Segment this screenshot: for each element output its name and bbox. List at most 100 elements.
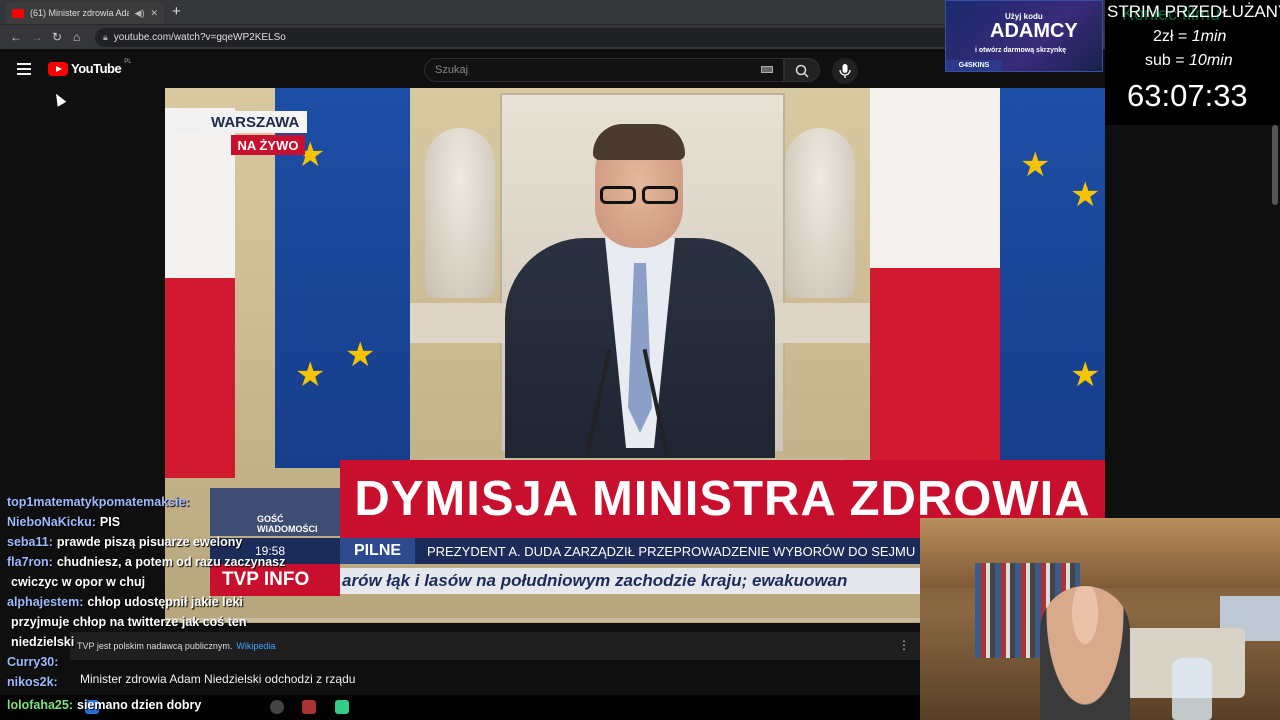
chat-message: top1matematykpomatemaksie: bbox=[7, 495, 194, 509]
webcam-bottle bbox=[1172, 658, 1212, 720]
mouse-cursor-icon bbox=[51, 91, 67, 107]
guest-label: GOŚĆ WIADOMOŚCI bbox=[257, 514, 318, 534]
url-text: youtube.com/watch?v=gqeWP2KELSo bbox=[113, 32, 286, 43]
search-box bbox=[424, 58, 784, 82]
chat-message: seba11: prawde piszą pisuarze ewelony bbox=[7, 535, 242, 549]
menu-icon[interactable] bbox=[17, 63, 31, 75]
chat-text: prawde piszą pisuarze ewelony bbox=[56, 535, 243, 549]
youtube-play-icon bbox=[48, 61, 68, 76]
taskbar-app-icon[interactable] bbox=[302, 700, 316, 714]
reload-icon[interactable]: ↻ bbox=[52, 30, 62, 44]
video-flag-pl-left-red bbox=[165, 278, 235, 478]
chat-text: cwiczyc w opor w chuj bbox=[11, 575, 146, 589]
taskbar-app-icon[interactable] bbox=[335, 700, 349, 714]
urgent-label: PILNE bbox=[340, 538, 415, 564]
chat-message: nikos2k: bbox=[7, 675, 62, 689]
location-label: WARSZAWA bbox=[211, 114, 300, 131]
promo-code: ADAMCY bbox=[990, 20, 1078, 42]
video-flag-pl-right-red bbox=[870, 268, 1000, 468]
star-icon: ★ bbox=[1070, 356, 1101, 394]
speaker-icon[interactable]: ◀) bbox=[135, 8, 145, 19]
donation-rate-value: 1min bbox=[1191, 28, 1227, 45]
sub-rate-value: 10min bbox=[1189, 52, 1233, 69]
screen: (61) Minister zdrowia Adam ◀) ✕ + ← → ↻ … bbox=[0, 0, 1280, 720]
info-panel: TVP jest polskim nadawcą publicznym. Wik… bbox=[70, 632, 920, 660]
star-icon: ★ bbox=[295, 356, 326, 394]
publisher-note: TVP jest polskim nadawcą publicznym. bbox=[77, 641, 233, 651]
promo-subtext: i otwórz darmową skrzynkę bbox=[975, 47, 1067, 54]
star-icon: ★ bbox=[345, 336, 376, 374]
right-panel bbox=[1105, 125, 1280, 520]
lock-icon[interactable]: 🔒︎ bbox=[103, 32, 108, 43]
sub-rate-label: sub = bbox=[1145, 52, 1190, 69]
chat-username[interactable]: fla7ron: bbox=[7, 555, 53, 569]
chat-text: chudniesz, a potem od razu zaczynasz bbox=[56, 555, 286, 569]
video-flag-pl-right-white bbox=[870, 88, 1000, 268]
chat-text: niedzielski bbox=[11, 635, 75, 649]
chat-message: fla7ron: chudniesz, a potem od razu zaczy… bbox=[7, 555, 285, 569]
ticker-text: PREZYDENT A. DUDA ZARZĄDZIŁ PRZEPROWADZE… bbox=[427, 543, 1000, 559]
star-icon: ★ bbox=[1070, 176, 1101, 214]
home-icon[interactable]: ⌂ bbox=[73, 30, 80, 44]
video-flag-pl-left-white bbox=[165, 108, 235, 278]
search-icon bbox=[795, 64, 809, 78]
chat-message: przyjmuje chłop na twitterze jak coś ten bbox=[7, 615, 246, 629]
chat-text: przyjmuje chłop na twitterze jak coś ten bbox=[11, 615, 247, 629]
chat-message: niedzielski bbox=[7, 635, 74, 649]
search-input[interactable] bbox=[435, 64, 755, 76]
scrollbar[interactable] bbox=[1272, 125, 1278, 205]
sub-rate: sub = 10min bbox=[1145, 52, 1233, 70]
chat-username[interactable]: Curry30: bbox=[7, 655, 58, 669]
address-bar: ← → ↻ ⌂ 🔒︎ youtube.com/watch?v=gqeWP2KEL… bbox=[0, 24, 1105, 49]
stream-timer: 63:07:33 bbox=[1127, 78, 1248, 113]
youtube-wordmark: YouTube bbox=[71, 61, 122, 76]
chat-message: lolofaha25: siemano dzien dobry bbox=[7, 698, 201, 712]
chat-message: cwiczyc w opor w chuj bbox=[7, 575, 145, 589]
stream-extend-label: STRIM PRZEDŁUŻANY bbox=[1107, 2, 1280, 21]
chat-username[interactable]: alphajestem: bbox=[7, 595, 83, 609]
browser-tabbar: (61) Minister zdrowia Adam ◀) ✕ + bbox=[0, 0, 1105, 24]
video-title: Minister zdrowia Adam Niedzielski odchod… bbox=[80, 672, 356, 686]
webcam-streamer bbox=[1040, 586, 1130, 720]
webcam-feed bbox=[920, 518, 1280, 720]
close-tab-icon[interactable]: ✕ bbox=[150, 8, 158, 19]
chat-text: chłop udostępnił jakie leki bbox=[87, 595, 244, 609]
chat-text: PIS bbox=[99, 515, 121, 529]
search-button[interactable] bbox=[784, 58, 820, 82]
promo-brand: G4SKINS bbox=[946, 60, 1002, 71]
tab-title: (61) Minister zdrowia Adam bbox=[30, 8, 129, 18]
speaker-glasses bbox=[600, 186, 678, 204]
chat-username[interactable]: lolofaha25: bbox=[7, 698, 73, 712]
voice-search-button[interactable] bbox=[832, 58, 858, 84]
youtube-favicon-icon bbox=[12, 8, 24, 18]
youtube-header: YouTube PL bbox=[0, 50, 1105, 88]
chat-message: Curry30: bbox=[7, 655, 62, 669]
wikipedia-link[interactable]: Wikipedia bbox=[236, 641, 275, 651]
video-speaker bbox=[485, 124, 795, 478]
speaker-hair bbox=[593, 124, 685, 160]
live-badge: NA ŻYWO bbox=[231, 135, 305, 155]
chat-username[interactable]: nikos2k: bbox=[7, 675, 58, 689]
more-options-icon[interactable]: ⋮ bbox=[898, 638, 910, 652]
country-code: PL bbox=[124, 59, 132, 65]
chat-username[interactable]: seba11: bbox=[7, 535, 53, 549]
taskbar-obs-icon[interactable] bbox=[270, 700, 284, 714]
video-statue-right bbox=[785, 128, 855, 298]
donation-rate: 2zł = 1min bbox=[1153, 28, 1226, 46]
chat-username[interactable]: NieboNaKicku: bbox=[7, 515, 96, 529]
chat-message: NieboNaKicku: PIS bbox=[7, 515, 120, 529]
chat-text: siemano dzien dobry bbox=[77, 698, 202, 712]
chat-message: alphajestem: chłop udostępnił jakie leki bbox=[7, 595, 243, 609]
video-flag-eu-right bbox=[1000, 88, 1105, 468]
keyboard-icon[interactable] bbox=[761, 66, 773, 73]
donation-rate-label: 2zł = bbox=[1153, 28, 1192, 45]
chat-username[interactable]: top1matematykpomatemaksie: bbox=[7, 495, 190, 509]
webcam-roof bbox=[920, 518, 1280, 588]
microphone-icon bbox=[839, 64, 851, 78]
browser-tab[interactable]: (61) Minister zdrowia Adam ◀) ✕ bbox=[6, 2, 164, 24]
youtube-logo[interactable]: YouTube PL bbox=[48, 59, 132, 76]
back-arrow-icon[interactable]: ← bbox=[10, 30, 22, 44]
star-icon: ★ bbox=[1020, 146, 1051, 184]
forward-arrow-icon[interactable]: → bbox=[31, 30, 43, 44]
new-tab-button[interactable]: + bbox=[172, 3, 181, 21]
